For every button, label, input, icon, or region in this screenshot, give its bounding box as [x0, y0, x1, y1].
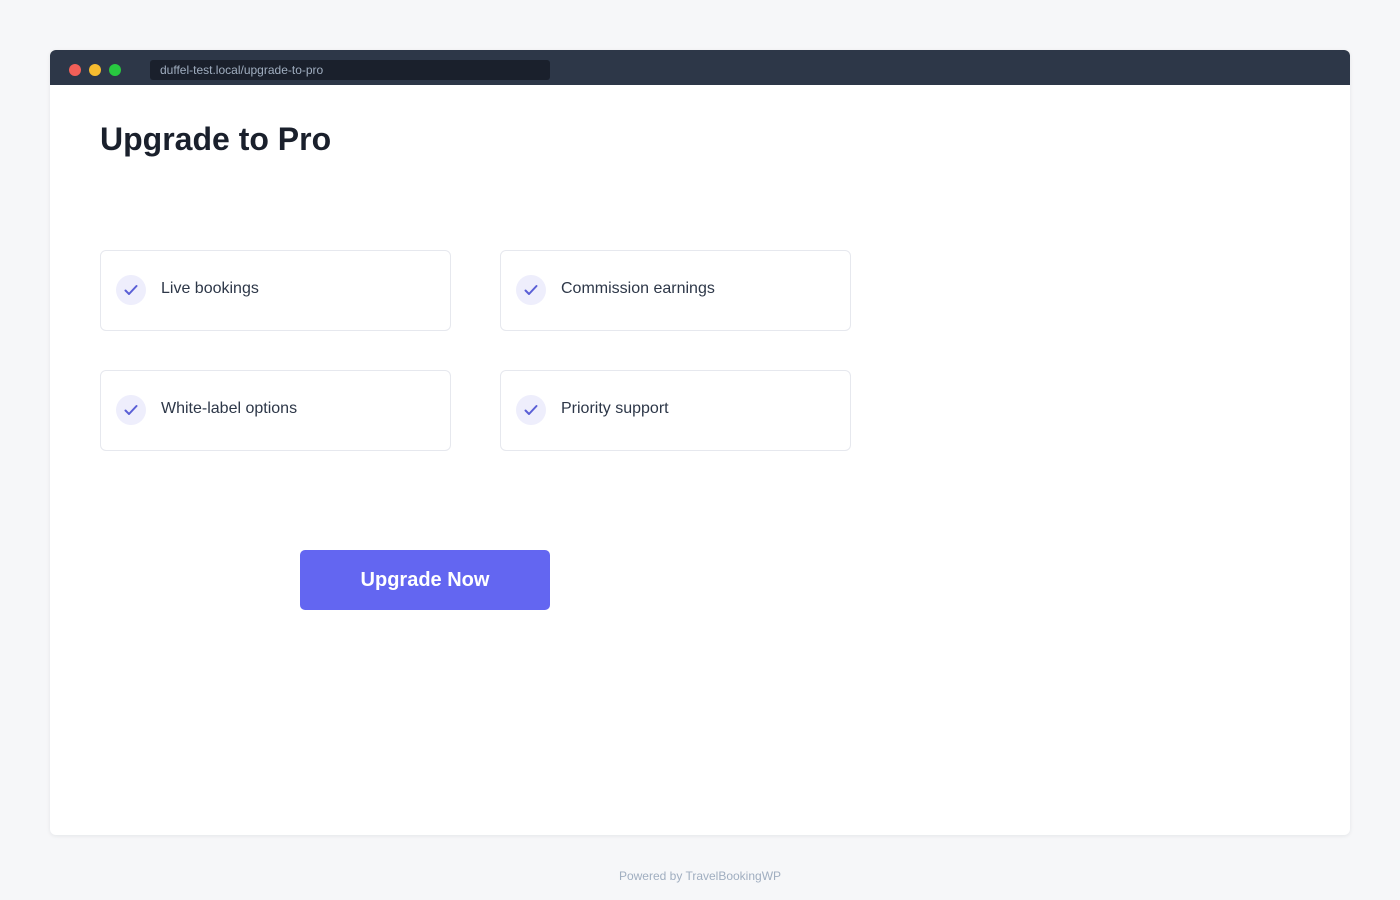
address-bar[interactable]: duffel-test.local/upgrade-to-pro [150, 60, 550, 80]
feature-label: Live bookings [161, 280, 259, 297]
page-content: Upgrade to Pro Live bookings Commission … [50, 85, 1350, 835]
check-icon [516, 395, 546, 425]
feature-card-white-label-options: White-label options [100, 370, 451, 451]
close-window-dot[interactable] [69, 64, 81, 76]
maximize-window-dot[interactable] [109, 64, 121, 76]
check-icon [116, 395, 146, 425]
feature-card-priority-support: Priority support [500, 370, 851, 451]
footer-powered-by: Powered by TravelBookingWP [618, 869, 782, 883]
feature-label: Priority support [561, 400, 669, 417]
page-title: Upgrade to Pro [100, 121, 332, 157]
feature-label: White-label options [161, 400, 298, 417]
browser-window: duffel-test.local/upgrade-to-pro Upgrade… [50, 50, 1350, 835]
feature-label: Commission earnings [561, 280, 715, 297]
check-icon [116, 275, 146, 305]
feature-card-commission-earnings: Commission earnings [500, 250, 851, 331]
feature-card-live-bookings: Live bookings [100, 250, 451, 331]
upgrade-now-button[interactable]: Upgrade Now [300, 550, 550, 610]
check-icon [516, 275, 546, 305]
minimize-window-dot[interactable] [89, 64, 101, 76]
browser-titlebar: duffel-test.local/upgrade-to-pro [50, 50, 1350, 85]
